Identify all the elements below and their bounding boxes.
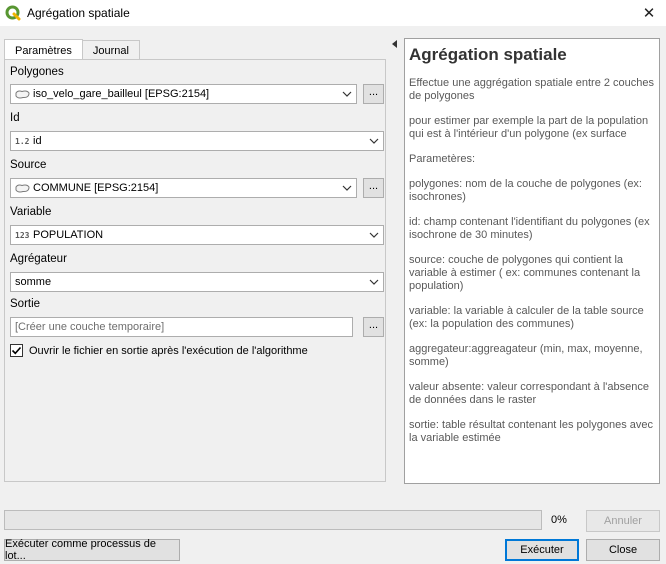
polygones-label: Polygones [10, 66, 64, 78]
variable-value: POPULATION [33, 229, 104, 241]
help-paragraph: Effectue une aggrégation spatiale entre … [409, 77, 655, 102]
help-paragraph: valeur absente: valeur correspondant à l… [409, 381, 649, 406]
window-close-button[interactable]: ✕ [632, 0, 666, 26]
sortie-browse-button[interactable]: ... [363, 317, 384, 337]
close-button[interactable]: Close [586, 539, 660, 561]
help-paragraph: aggregateur:aggreagateur (min, max, moye… [409, 343, 643, 368]
source-combo[interactable]: COMMUNE [EPSG:2154] [10, 178, 357, 198]
title-bar: Agrégation spatiale ✕ [0, 0, 666, 26]
progress-bar [4, 510, 542, 530]
decimal-field-icon: 1.2 [15, 136, 30, 146]
window-title: Agrégation spatiale [27, 6, 130, 20]
open-output-checkbox-row[interactable]: Ouvrir le fichier en sortie après l'exéc… [10, 344, 308, 357]
polygon-layer-icon [15, 90, 31, 99]
chevron-down-icon [342, 91, 352, 97]
tab-parametres[interactable]: Paramètres [4, 39, 83, 60]
help-title: Agrégation spatiale [409, 45, 567, 64]
batch-process-button[interactable]: Exécuter comme processus de lot... [4, 538, 180, 562]
chevron-down-icon [369, 138, 379, 144]
chevron-down-icon [342, 185, 352, 191]
polygon-layer-icon [15, 184, 31, 193]
source-value: COMMUNE [EPSG:2154] [33, 182, 159, 194]
id-label: Id [10, 112, 20, 124]
help-paragraph: id: champ contenant l'identifiant du pol… [409, 216, 650, 241]
source-label: Source [10, 159, 47, 171]
collapse-help-arrow-icon[interactable] [392, 40, 398, 48]
run-button[interactable]: Exécuter [505, 539, 579, 561]
qgis-logo-icon [5, 5, 21, 21]
id-value: id [33, 135, 42, 147]
id-combo[interactable]: 1.2 id [10, 131, 384, 151]
integer-field-icon: 123 [15, 230, 30, 240]
sortie-input[interactable]: [Créer une couche temporaire] [10, 317, 353, 337]
cancel-button[interactable]: Annuler [586, 510, 660, 532]
variable-combo[interactable]: 123 POPULATION [10, 225, 384, 245]
chevron-down-icon [369, 232, 379, 238]
close-icon: ✕ [642, 5, 656, 22]
polygones-browse-button[interactable]: ... [363, 84, 384, 104]
checkmark-icon [11, 346, 22, 355]
open-output-label: Ouvrir le fichier en sortie après l'exéc… [29, 344, 308, 357]
chevron-down-icon [369, 279, 379, 285]
agregateur-value: somme [15, 276, 52, 288]
variable-label: Variable [10, 206, 52, 218]
help-paragraph: pour estimer par exemple la part de la p… [409, 115, 649, 140]
help-panel: Agrégation spatiale Effectue une aggréga… [404, 38, 660, 484]
help-paragraph: source: couche de polygones qui contient… [409, 254, 641, 292]
help-paragraph: Parametères: [409, 153, 476, 165]
polygones-value: iso_velo_gare_bailleul [EPSG:2154] [33, 88, 210, 100]
source-browse-button[interactable]: ... [363, 178, 384, 198]
polygones-combo[interactable]: iso_velo_gare_bailleul [EPSG:2154] [10, 84, 357, 104]
sortie-label: Sortie [10, 298, 41, 310]
parameters-scroll-area[interactable]: Polygones iso_velo_gare_bailleul [EPSG:2… [5, 60, 385, 481]
help-paragraph: variable: la variable à calculer de la t… [409, 305, 644, 330]
parameters-panel: Polygones iso_velo_gare_bailleul [EPSG:2… [4, 59, 386, 482]
tab-bar: Paramètres Journal [4, 39, 140, 60]
agregateur-combo[interactable]: somme [10, 272, 384, 292]
open-output-checkbox[interactable] [10, 344, 23, 357]
help-paragraph: polygones: nom de la couche de polygones… [409, 178, 642, 203]
progress-percent: 0% [551, 514, 567, 526]
agregateur-label: Agrégateur [10, 253, 67, 265]
help-paragraph: sortie: table résultat contenant les pol… [409, 419, 653, 444]
tab-journal[interactable]: Journal [81, 40, 140, 60]
